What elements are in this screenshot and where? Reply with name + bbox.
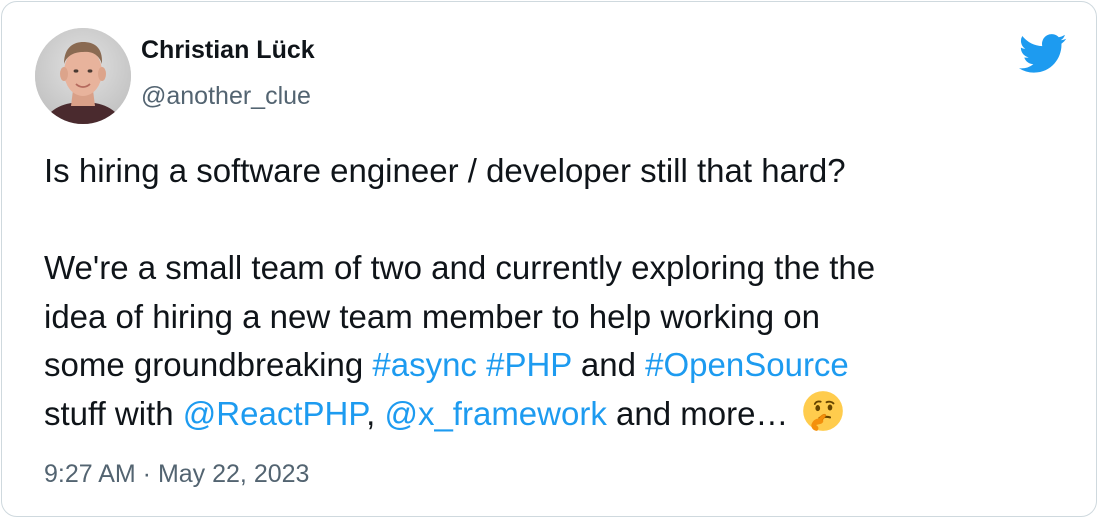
- tweet-line: idea of hiring a new team member to help…: [44, 297, 820, 335]
- avatar-image: [35, 28, 131, 124]
- tweet-text-fragment: and more…: [606, 394, 798, 432]
- tweet-timestamp[interactable]: 9:27 AM · May 22, 2023: [44, 460, 309, 489]
- tweet-text-fragment: ,: [366, 394, 385, 432]
- hashtag-php-link[interactable]: #PHP: [486, 346, 572, 383]
- hashtag-async-link[interactable]: #async: [372, 346, 477, 383]
- avatar[interactable]: [35, 28, 131, 124]
- author-name[interactable]: Christian Lück: [141, 36, 315, 65]
- tweet-line: We're a small team of two and currently …: [44, 249, 876, 287]
- tweet-line: Is hiring a software engineer / develope…: [44, 152, 846, 189]
- thinking-face-emoji-icon: [802, 390, 844, 432]
- author-handle[interactable]: @another_clue: [141, 82, 311, 111]
- tweet-line: some groundbreaking #async #PHP and #Ope…: [44, 341, 1074, 390]
- tweet-card[interactable]: Christian Lück @another_clue Is hiring a…: [1, 1, 1097, 517]
- tweet-text-fragment: stuff with: [44, 394, 183, 432]
- twitter-bird-icon[interactable]: [1019, 34, 1067, 74]
- tweet-text-fragment: some groundbreaking: [44, 346, 373, 384]
- mention-reactphp-link[interactable]: @ReactPHP: [183, 395, 366, 432]
- hashtag-opensource-link[interactable]: #OpenSource: [645, 346, 849, 383]
- tweet-text-fragment: and: [571, 346, 646, 384]
- tweet-line: stuff with @ReactPHP, @x_framework and m…: [44, 390, 1074, 439]
- tweet-body: Is hiring a software engineer / develope…: [44, 147, 1074, 439]
- mention-x-framework-link[interactable]: @x_framework: [384, 395, 606, 432]
- tweet-text-fragment: [477, 346, 486, 383]
